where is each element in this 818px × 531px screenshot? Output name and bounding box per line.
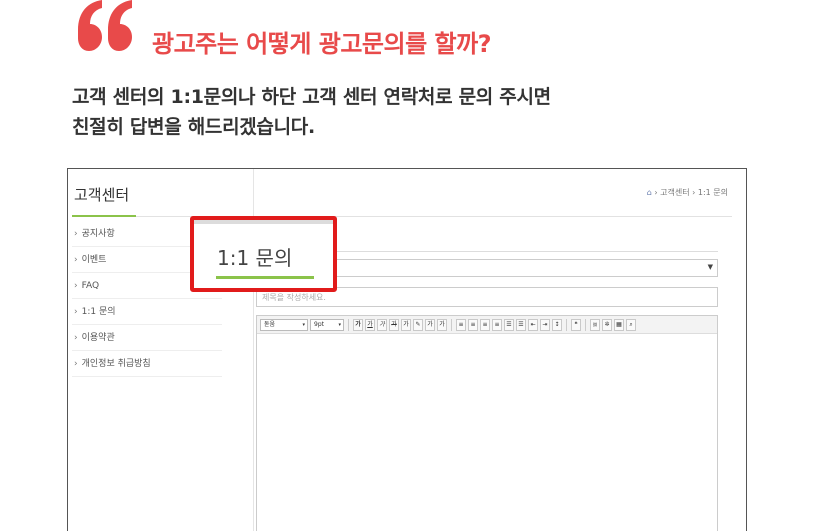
link-button[interactable]: ⛓: [590, 318, 600, 331]
sidebar-item-label: 이용약관: [81, 333, 115, 343]
search-icon: ⌕: [629, 320, 633, 328]
quote-icon: ❝: [574, 320, 578, 328]
highlight-callout: 1:1 문의: [190, 216, 337, 292]
font-color-button[interactable]: 가: [401, 318, 411, 331]
highlighter-icon: ✎: [415, 320, 421, 328]
unordered-list-icon: ☰: [518, 320, 524, 328]
asterisk-icon: ✲: [604, 320, 610, 328]
callout-title: 1:1 문의: [217, 246, 293, 270]
description-line-2: 친절히 답변을 해드리겠습니다.: [72, 116, 315, 138]
italic-button[interactable]: 가: [377, 318, 387, 331]
chevron-down-icon: ▾: [338, 321, 341, 328]
table-button[interactable]: ▦: [614, 318, 624, 331]
header-divider: [72, 216, 732, 217]
quote-button[interactable]: ❝: [571, 318, 581, 331]
chevron-right-icon: ›: [74, 333, 78, 343]
find-button[interactable]: ⌕: [626, 318, 636, 331]
outdent-button[interactable]: ⇤: [528, 318, 538, 331]
toolbar-separator: [566, 318, 567, 331]
sidebar-item-label: 1:1 문의: [81, 307, 116, 317]
toolbar-separator: [585, 318, 586, 331]
subscript-button[interactable]: 가: [437, 318, 447, 331]
sidebar-item-privacy[interactable]: › 개인정보 취급방침: [72, 351, 222, 377]
line-height-icon: ↕: [554, 320, 560, 328]
chevron-right-icon: ›: [74, 359, 78, 369]
chevron-right-icon: ›: [74, 229, 78, 239]
editor-toolbar: 돋움 ▾ 9pt ▾ 가 가 가 가 가 ✎ 가 가 ≡ ≡ ≡ ≡ ☰ ☰ ⇤ ⇥…: [257, 316, 717, 334]
dropdown-arrow-icon: ▼: [707, 263, 713, 271]
toolbar-separator: [451, 318, 452, 331]
bold-button[interactable]: 가: [353, 318, 363, 331]
outdent-icon: ⇤: [530, 320, 536, 328]
unordered-list-button[interactable]: ☰: [516, 318, 526, 331]
align-right-button[interactable]: ≡: [480, 318, 490, 331]
strikethrough-button[interactable]: 가: [389, 318, 399, 331]
indent-button[interactable]: ⇥: [540, 318, 550, 331]
screenshot-frame: 고객센터 ⌂ › 고객센터 › 1:1 문의 › 공지사항 › 이벤트 › FAQ ›…: [67, 168, 747, 531]
chevron-right-icon: ›: [74, 255, 78, 265]
description-line-1: 고객 센터의 1:1문의나 하단 고객 센터 연락처로 문의 주시면: [72, 86, 551, 108]
underline-button[interactable]: 가: [365, 318, 375, 331]
link-icon: ⛓: [592, 321, 598, 327]
highlight-button[interactable]: ✎: [413, 318, 423, 331]
chevron-down-icon: ▾: [302, 321, 305, 328]
quote-icon: [78, 0, 132, 51]
align-center-button[interactable]: ≡: [468, 318, 478, 331]
ordered-list-icon: ☰: [506, 320, 512, 328]
align-justify-icon: ≡: [494, 320, 500, 328]
sidebar-item-terms[interactable]: › 이용약관: [72, 325, 222, 351]
home-icon[interactable]: ⌂: [647, 188, 652, 197]
sidebar-item-inquiry[interactable]: › 1:1 문의: [72, 299, 222, 325]
section-heading: 광고주는 어떻게 광고문의를 할까?: [152, 30, 492, 58]
font-size-value: 9pt: [314, 320, 324, 328]
font-family-select[interactable]: 돋움 ▾: [260, 318, 308, 331]
indent-icon: ⇥: [542, 320, 548, 328]
callout-top-bar: [194, 220, 333, 224]
title-underline: [72, 215, 136, 217]
breadcrumb: ⌂ › 고객센터 › 1:1 문의: [647, 187, 728, 198]
line-height-button[interactable]: ↕: [552, 318, 562, 331]
chevron-right-icon: ›: [74, 281, 78, 291]
toolbar-separator: [348, 318, 349, 331]
breadcrumb-item[interactable]: 고객센터: [660, 188, 689, 197]
rich-text-editor[interactable]: 돋움 ▾ 9pt ▾ 가 가 가 가 가 ✎ 가 가 ≡ ≡ ≡ ≡ ☰ ☰ ⇤ ⇥…: [256, 315, 718, 531]
align-left-button[interactable]: ≡: [456, 318, 466, 331]
font-size-select[interactable]: 9pt ▾: [310, 318, 344, 331]
special-char-button[interactable]: ✲: [602, 318, 612, 331]
align-right-icon: ≡: [482, 320, 488, 328]
ordered-list-button[interactable]: ☰: [504, 318, 514, 331]
align-left-icon: ≡: [458, 320, 464, 328]
breadcrumb-item[interactable]: 1:1 문의: [698, 188, 728, 197]
align-justify-button[interactable]: ≡: [492, 318, 502, 331]
page-title: 고객센터: [74, 186, 130, 204]
description: 고객 센터의 1:1문의나 하단 고객 센터 연락처로 문의 주시면 친절히 답…: [72, 82, 551, 142]
align-center-icon: ≡: [470, 320, 476, 328]
superscript-button[interactable]: 가: [425, 318, 435, 331]
sidebar-item-label: FAQ: [81, 281, 100, 291]
chevron-right-icon: ›: [74, 307, 78, 317]
font-family-value: 돋움: [264, 320, 276, 328]
callout-underline: [216, 276, 314, 279]
sidebar-item-label: 개인정보 취급방침: [81, 359, 151, 369]
sidebar-item-label: 이벤트: [81, 255, 107, 265]
table-icon: ▦: [616, 320, 622, 328]
sidebar-item-label: 공지사항: [81, 229, 115, 239]
